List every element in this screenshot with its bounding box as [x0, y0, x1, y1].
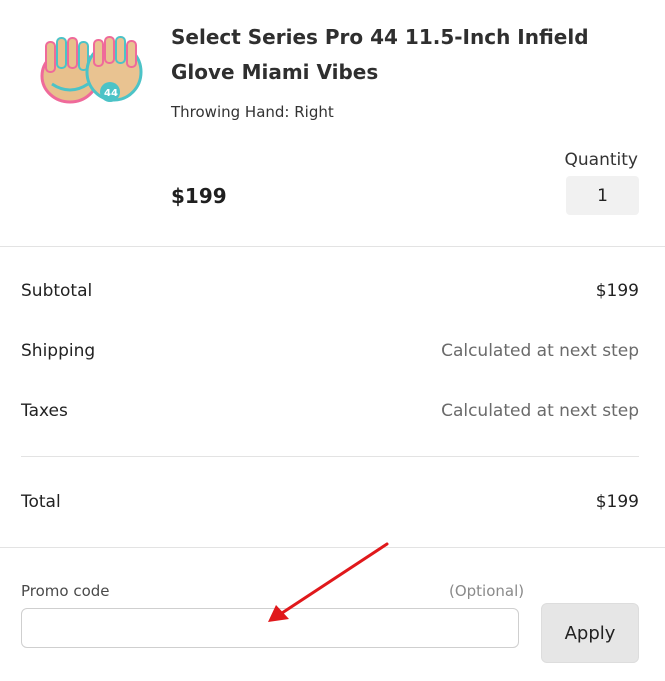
total-label: Total	[21, 492, 61, 512]
svg-text:44: 44	[104, 88, 118, 99]
subtotal-label: Subtotal	[21, 281, 93, 301]
glove-product-image: 44	[40, 36, 143, 104]
promo-code-input[interactable]	[21, 608, 519, 648]
summary-divider	[21, 456, 639, 457]
product-variant: Throwing Hand: Right	[171, 103, 334, 121]
total-value: $199	[595, 492, 639, 512]
summary-row-subtotal: Subtotal $199	[21, 281, 639, 301]
taxes-label: Taxes	[21, 401, 68, 421]
promo-code-label: Promo code	[21, 582, 110, 600]
quantity-field[interactable]: 1	[566, 176, 639, 215]
summary-row-total: Total $199	[21, 492, 639, 512]
product-title: Select Series Pro 44 11.5-Inch Infield G…	[171, 25, 589, 84]
quantity-label: Quantity	[564, 150, 638, 170]
shipping-value: Calculated at next step	[441, 341, 639, 361]
apply-button[interactable]: Apply	[541, 603, 639, 663]
cart-line-item: 44 Select Series Pro 44 11.5-Inch Infiel…	[0, 0, 665, 247]
taxes-value: Calculated at next step	[441, 401, 639, 421]
summary-row-taxes: Taxes Calculated at next step	[21, 401, 639, 421]
shipping-label: Shipping	[21, 341, 96, 361]
product-price: $199	[171, 184, 227, 208]
promo-optional-hint: (Optional)	[449, 582, 525, 600]
section-divider	[0, 547, 665, 548]
summary-row-shipping: Shipping Calculated at next step	[21, 341, 639, 361]
subtotal-value: $199	[595, 281, 639, 301]
quantity-value: 1	[597, 185, 608, 206]
